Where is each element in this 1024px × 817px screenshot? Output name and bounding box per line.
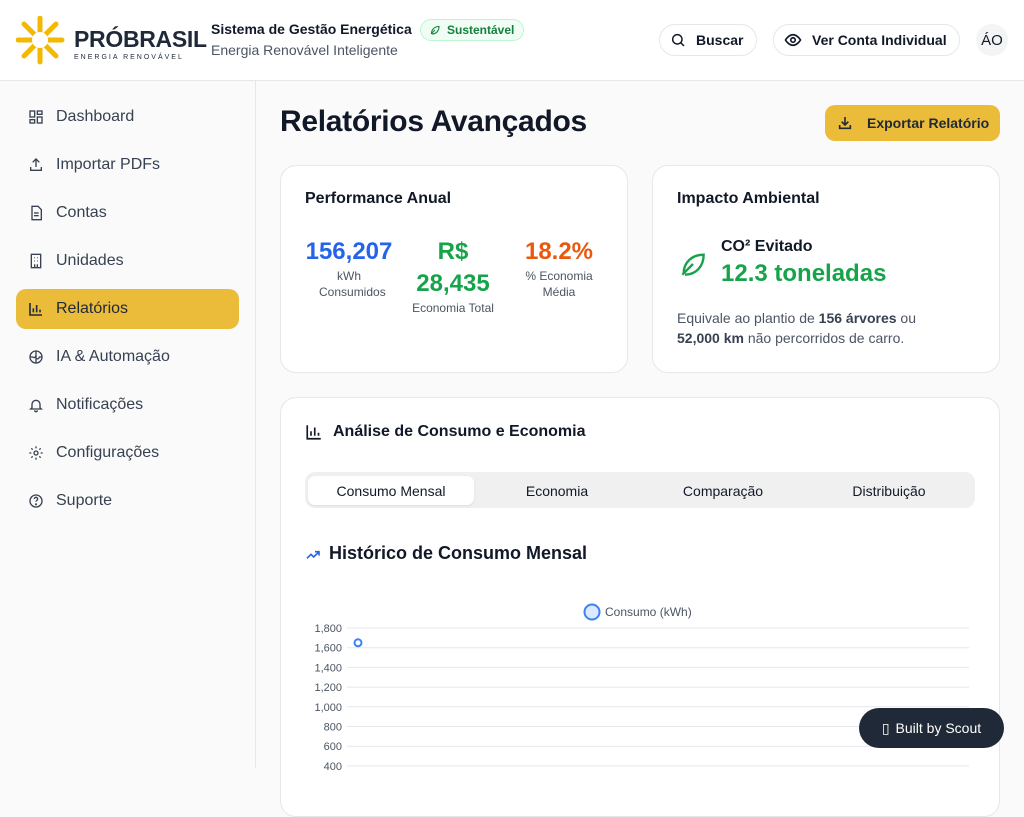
- sidebar-item-configuracoes[interactable]: Configurações: [16, 433, 239, 473]
- sidebar-item-notificacoes[interactable]: Notificações: [16, 385, 239, 425]
- upload-icon: [30, 158, 42, 171]
- desc-text: Equivale ao plantio de: [677, 310, 819, 326]
- co2-value: 12.3 toneladas: [721, 260, 887, 287]
- view-account-label: Ver Conta Individual: [812, 32, 947, 48]
- bar-chart-icon: [29, 303, 42, 316]
- bell-icon: [29, 399, 43, 413]
- avatar[interactable]: ÁO: [976, 24, 1008, 56]
- stat-economy: R$ 28,435 Economia Total: [405, 236, 501, 316]
- sidebar-item-label: Relatórios: [56, 300, 129, 317]
- logo-tagline: ENERGIA RENOVÁVEL: [74, 54, 184, 61]
- scout-label: Built by Scout: [895, 720, 982, 736]
- tab-comparacao[interactable]: Comparação: [640, 476, 806, 505]
- stat-percent: 18.2% % Economia Média: [511, 236, 607, 300]
- analysis-tabs: Consumo Mensal Economia Comparação Distr…: [305, 472, 975, 508]
- trees-count: 156 árvores: [818, 310, 897, 326]
- impact-card: Impacto Ambiental CO² Evitado 12.3 tonel…: [652, 165, 1000, 373]
- impact-title: Impacto Ambiental: [677, 190, 820, 207]
- sidebar-item-label: IA & Automação: [56, 348, 170, 365]
- sidebar-item-label: Dashboard: [56, 108, 135, 125]
- sidebar-item-relatorios[interactable]: Relatórios: [16, 289, 239, 329]
- leaf-icon: [430, 25, 440, 35]
- performance-title: Performance Anual: [305, 190, 452, 207]
- legend-marker: [583, 603, 601, 621]
- sidebar-item-label: Contas: [56, 204, 107, 221]
- co2-label: CO² Evitado: [721, 238, 813, 255]
- data-point: [353, 638, 363, 648]
- help-circle-icon: [29, 494, 43, 508]
- document-icon: [31, 205, 42, 221]
- grid-icon: [29, 110, 43, 124]
- desc-text: não percorridos de carro.: [743, 330, 905, 346]
- stat-value: R$ 28,435: [416, 238, 490, 297]
- main-content: Relatórios Avançados Exportar Relatório …: [256, 81, 1024, 817]
- badge-label: Sustentável: [447, 23, 515, 37]
- sidebar-item-label: Unidades: [56, 252, 124, 269]
- stat-value: 156,207: [305, 238, 393, 265]
- leaf-icon: [681, 253, 705, 276]
- y-tick-label: 800: [324, 722, 342, 734]
- scout-icon: ▯: [881, 719, 890, 736]
- section-title: Histórico de Consumo Mensal: [329, 543, 588, 563]
- logo-wordmark: PRÓBRASIL: [74, 26, 207, 52]
- eye-icon: [784, 33, 802, 47]
- sun-logo-icon: [16, 16, 65, 65]
- page-title: Relatórios Avançados: [280, 105, 587, 138]
- search-label: Buscar: [696, 32, 744, 48]
- building-icon: [30, 253, 42, 269]
- performance-card: Performance Anual 156,207 kWh Consumidos…: [280, 165, 628, 373]
- stat-label: Economia Total: [412, 301, 494, 315]
- app-header: PRÓBRASIL ENERGIA RENOVÁVEL Sistema de G…: [0, 0, 1024, 81]
- y-tick-label: 1,000: [314, 702, 342, 714]
- sustainable-badge: Sustentável: [420, 19, 525, 41]
- sidebar-item-ia[interactable]: IA & Automação: [16, 337, 239, 377]
- y-tick-label: 600: [324, 741, 342, 753]
- analysis-title: Análise de Consumo e Economia: [333, 423, 586, 440]
- y-tick-label: 1,600: [314, 643, 342, 655]
- app-subtitle: Energia Renovável Inteligente: [211, 42, 398, 58]
- sidebar-item-label: Importar PDFs: [56, 156, 161, 173]
- download-icon: [838, 117, 852, 130]
- sidebar-item-label: Notificações: [56, 396, 144, 413]
- consumption-chart: Consumo (kWh) 1,800 1,600 1,400 1,200 1,000 80…: [314, 603, 969, 773]
- view-account-button[interactable]: Ver Conta Individual: [773, 24, 960, 56]
- logo[interactable]: PRÓBRASIL ENERGIA RENOVÁVEL: [16, 16, 207, 66]
- y-tick-label: 1,200: [314, 682, 342, 694]
- sidebar-item-label: Suporte: [56, 492, 113, 509]
- sidebar-item-suporte[interactable]: Suporte: [16, 481, 239, 521]
- sidebar-item-dashboard[interactable]: Dashboard: [16, 97, 239, 137]
- stat-kwh: 156,207 kWh Consumidos: [301, 236, 397, 300]
- sidebar-item-import[interactable]: Importar PDFs: [16, 145, 239, 185]
- sidebar-item-label: Configurações: [56, 444, 160, 461]
- app-title: Sistema de Gestão Energética: [211, 21, 412, 37]
- tab-economia[interactable]: Economia: [474, 476, 640, 505]
- search-button[interactable]: Buscar: [659, 24, 757, 56]
- export-report-button[interactable]: Exportar Relatório: [825, 105, 1000, 141]
- trending-up-icon: [306, 550, 320, 559]
- tab-distribuicao[interactable]: Distribuição: [806, 476, 972, 505]
- sidebar-item-unidades[interactable]: Unidades: [16, 241, 239, 281]
- co2-description: Equivale ao plantio de 156 árvores ou 52…: [677, 308, 947, 348]
- stat-value: 18.2%: [524, 238, 594, 265]
- sidebar: Dashboard Importar PDFs Contas Unidades …: [0, 81, 256, 768]
- legend-label: Consumo (kWh): [605, 605, 692, 619]
- gear-icon: [29, 446, 43, 460]
- bar-chart-icon: [306, 425, 321, 440]
- built-by-scout-badge[interactable]: ▯ Built by Scout: [859, 708, 1004, 748]
- y-tick-label: 1,800: [314, 623, 342, 635]
- desc-text: ou: [896, 310, 916, 326]
- km-count: 52,000 km: [677, 330, 744, 346]
- tab-consumo-mensal[interactable]: Consumo Mensal: [308, 476, 474, 505]
- export-label: Exportar Relatório: [867, 115, 990, 131]
- search-icon: [671, 33, 685, 47]
- y-tick-label: 400: [324, 761, 342, 773]
- sidebar-item-contas[interactable]: Contas: [16, 193, 239, 233]
- brain-icon: [29, 350, 43, 364]
- analysis-card: Análise de Consumo e Economia Consumo Me…: [280, 397, 1000, 817]
- stat-label: % Economia Média: [525, 269, 593, 299]
- y-tick-label: 1,400: [314, 662, 342, 674]
- stat-label: kWh Consumidos: [319, 269, 386, 299]
